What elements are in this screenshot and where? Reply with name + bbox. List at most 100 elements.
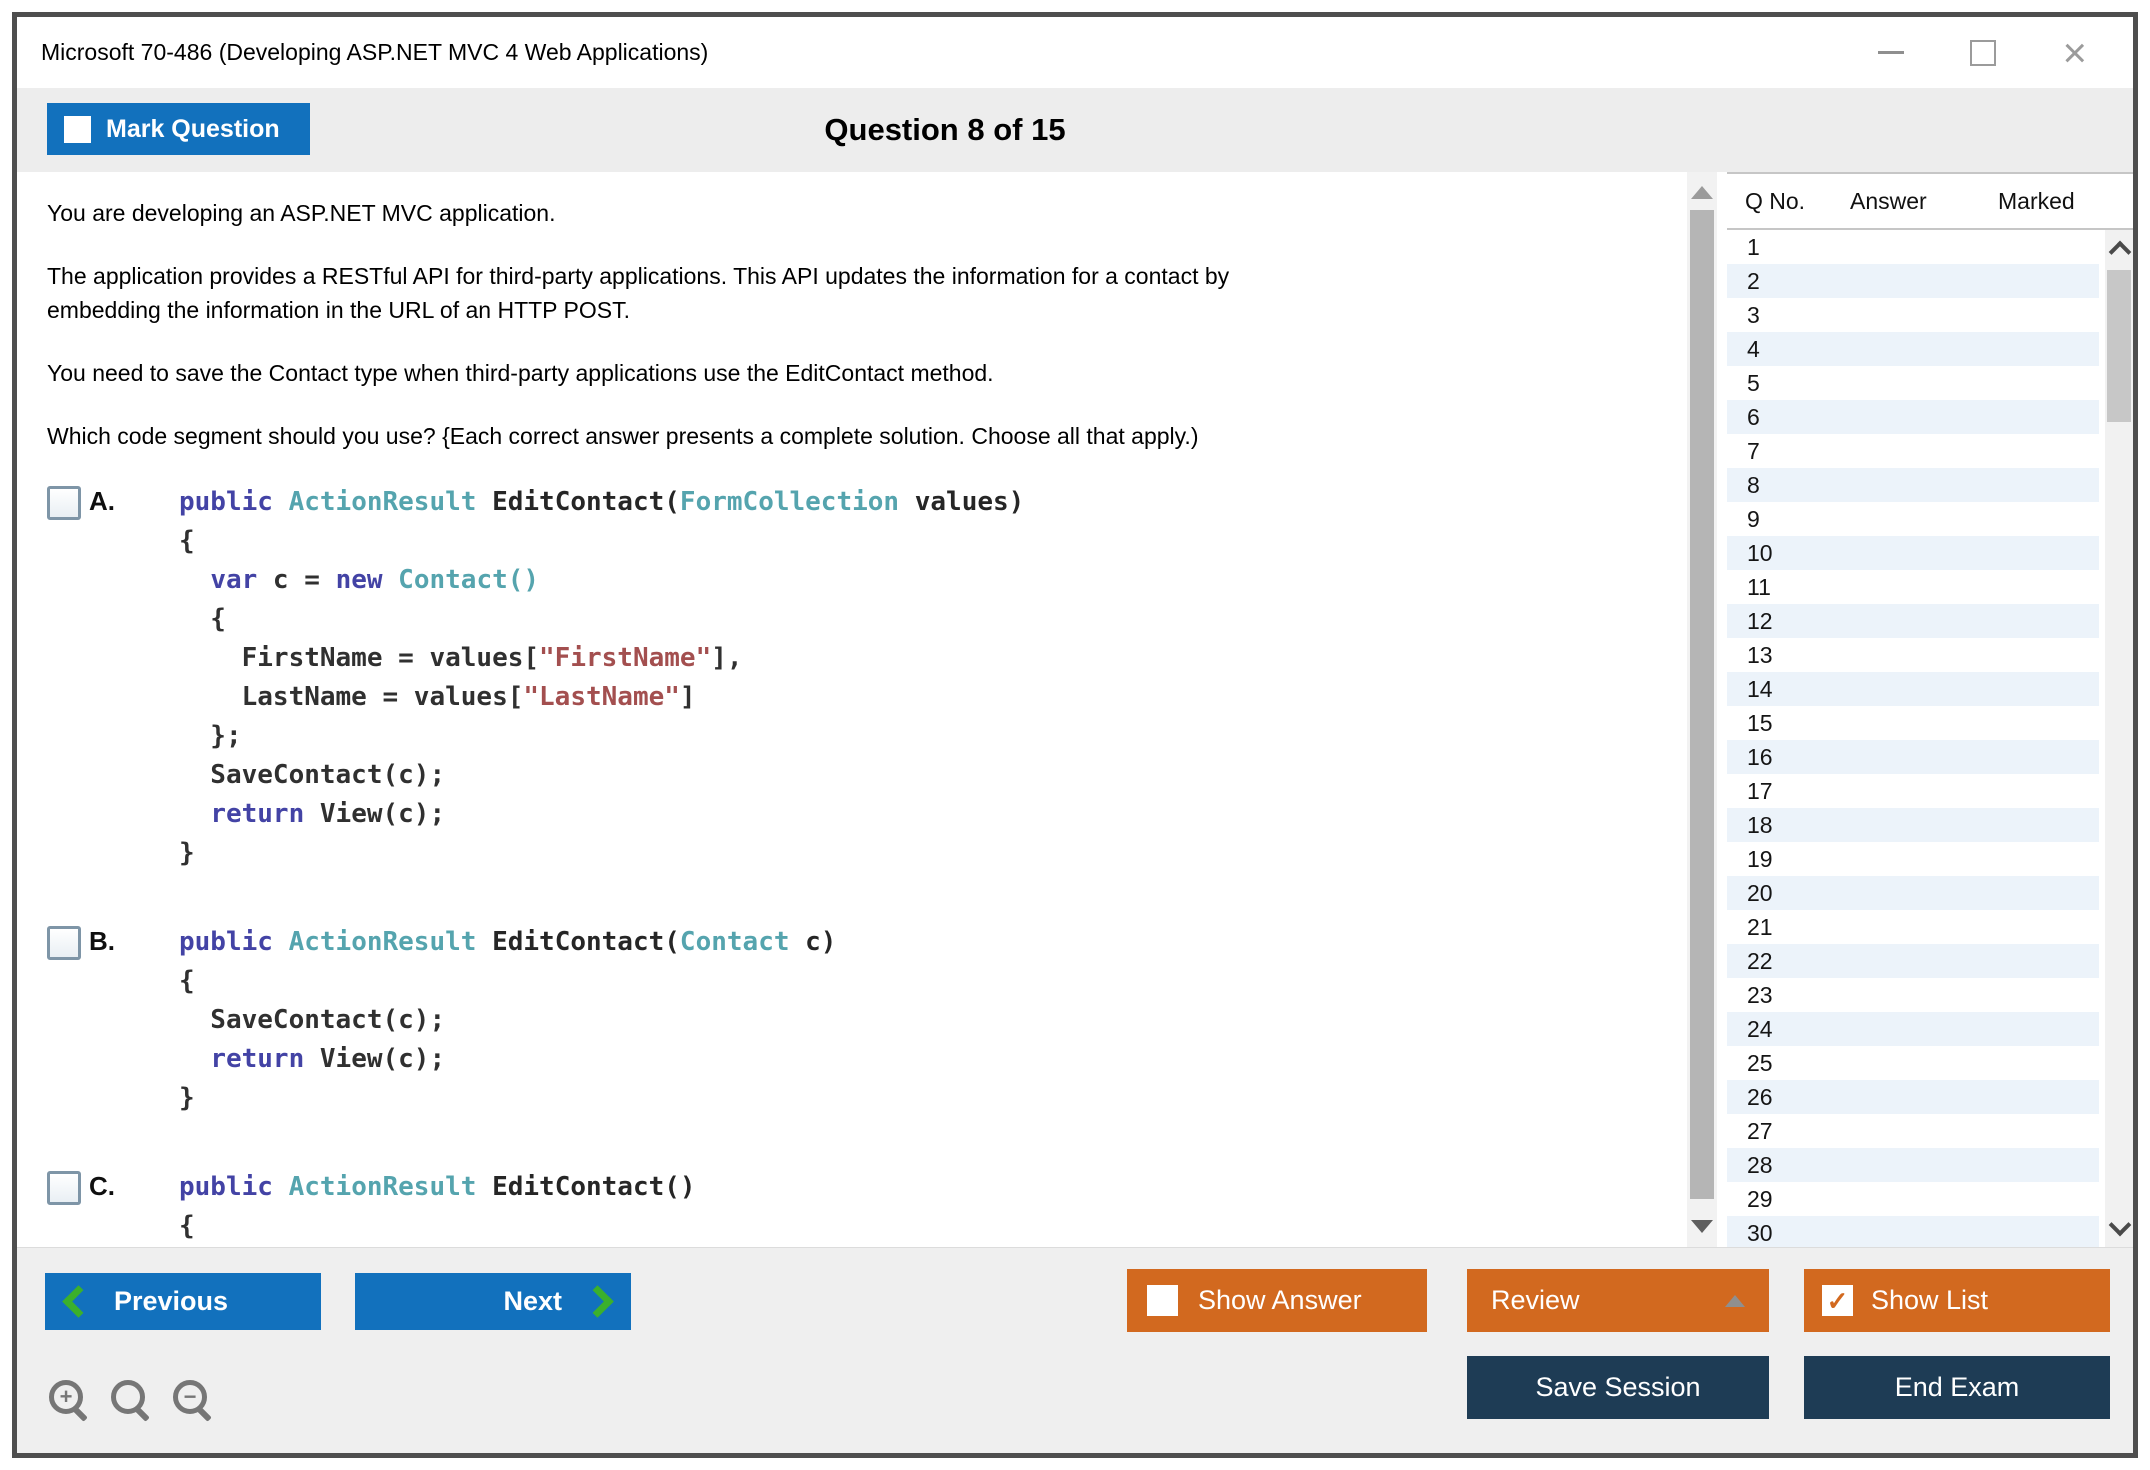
- window-controls: ×: [1878, 40, 2133, 66]
- question-counter: Question 8 of 15: [824, 112, 1065, 148]
- next-button[interactable]: Next: [355, 1273, 631, 1330]
- check-icon: ✓: [1827, 1288, 1849, 1314]
- question-number: 3: [1747, 302, 1760, 328]
- list-scroll-up-icon[interactable]: [2109, 241, 2132, 264]
- list-scrollbar-thumb[interactable]: [2107, 270, 2131, 422]
- question-list-row-7[interactable]: 7: [1727, 434, 2099, 468]
- question-list-row-25[interactable]: 25: [1727, 1046, 2099, 1080]
- question-list-row-2[interactable]: 2: [1727, 264, 2099, 298]
- question-number: 15: [1747, 710, 1773, 736]
- question-list-row-13[interactable]: 13: [1727, 638, 2099, 672]
- question-number: 24: [1747, 1016, 1773, 1042]
- question-list-row-3[interactable]: 3: [1727, 298, 2099, 332]
- question-list-row-30[interactable]: 30: [1727, 1216, 2099, 1247]
- option-checkbox-C[interactable]: [47, 1171, 81, 1205]
- question-number: 16: [1747, 744, 1773, 770]
- question-list-row-4[interactable]: 4: [1727, 332, 2099, 366]
- previous-label: Previous: [114, 1286, 228, 1317]
- question-number: 4: [1747, 336, 1760, 362]
- option-checkbox-A[interactable]: [47, 486, 81, 520]
- code-block: public ActionResult EditContact(FormColl…: [179, 483, 1024, 873]
- question-list-row-29[interactable]: 29: [1727, 1182, 2099, 1216]
- review-button[interactable]: Review: [1467, 1269, 1769, 1332]
- list-scroll-down-icon[interactable]: [2109, 1214, 2132, 1237]
- question-list-row-5[interactable]: 5: [1727, 366, 2099, 400]
- magnifier-handle: [72, 1406, 88, 1422]
- question-list-row-17[interactable]: 17: [1727, 774, 2099, 808]
- question-list-row-20[interactable]: 20: [1727, 876, 2099, 910]
- question-number: 23: [1747, 982, 1773, 1008]
- code-block: public ActionResult EditContact(){: [179, 1168, 696, 1246]
- answer-option-A: A.public ActionResult EditContact(FormCo…: [47, 483, 1647, 873]
- zoom-in-icon[interactable]: +: [49, 1380, 85, 1420]
- question-number: 10: [1747, 540, 1773, 566]
- question-list-row-11[interactable]: 11: [1727, 570, 2099, 604]
- question-number: 6: [1747, 404, 1760, 430]
- question-list-row-15[interactable]: 15: [1727, 706, 2099, 740]
- magnifier-icon[interactable]: [111, 1380, 147, 1420]
- previous-button[interactable]: Previous: [45, 1273, 321, 1330]
- question-list-row-8[interactable]: 8: [1727, 468, 2099, 502]
- end-exam-button[interactable]: End Exam: [1804, 1356, 2110, 1419]
- option-head: C.: [47, 1168, 179, 1246]
- question-list-row-22[interactable]: 22: [1727, 944, 2099, 978]
- question-number: 21: [1747, 914, 1773, 940]
- question-paragraph: You need to save the Contact type when t…: [47, 356, 1647, 390]
- show-answer-button[interactable]: Show Answer: [1127, 1269, 1427, 1332]
- question-number: 20: [1747, 880, 1773, 906]
- list-scrollbar[interactable]: [2105, 230, 2133, 1247]
- question-list-header: Q No. Answer Marked: [1727, 172, 2133, 230]
- option-letter: C.: [89, 1171, 115, 1202]
- option-letter: B.: [89, 926, 115, 957]
- question-list-row-12[interactable]: 12: [1727, 604, 2099, 638]
- question-number: 2: [1747, 268, 1760, 294]
- question-paragraph: You are developing an ASP.NET MVC applic…: [47, 196, 1647, 230]
- question-number: 17: [1747, 778, 1773, 804]
- zoom-out-icon[interactable]: −: [173, 1380, 209, 1420]
- question-list-row-14[interactable]: 14: [1727, 672, 2099, 706]
- question-list-row-21[interactable]: 21: [1727, 910, 2099, 944]
- question-list-row-9[interactable]: 9: [1727, 502, 2099, 536]
- close-icon[interactable]: ×: [2062, 40, 2087, 66]
- question-list-row-10[interactable]: 10: [1727, 536, 2099, 570]
- show-list-checkbox[interactable]: ✓: [1822, 1285, 1853, 1316]
- question-number: 27: [1747, 1118, 1773, 1144]
- maximize-icon[interactable]: [1970, 40, 1996, 66]
- question-paragraph: Which code segment should you use? {Each…: [47, 419, 1647, 453]
- show-list-label: Show List: [1871, 1285, 1988, 1316]
- window-title: Microsoft 70-486 (Developing ASP.NET MVC…: [41, 39, 708, 66]
- show-list-button[interactable]: ✓ Show List: [1804, 1269, 2110, 1332]
- question-list: 1234567891011121314151617181920212223242…: [1727, 230, 2133, 1247]
- scrollbar-thumb[interactable]: [1690, 210, 1714, 1199]
- zoom-toolbar: + −: [49, 1380, 235, 1420]
- question-list-row-16[interactable]: 16: [1727, 740, 2099, 774]
- end-exam-label: End Exam: [1895, 1372, 2020, 1403]
- question-list-row-27[interactable]: 27: [1727, 1114, 2099, 1148]
- question-number: 30: [1747, 1220, 1773, 1246]
- answer-option-B: B.public ActionResult EditContact(Contac…: [47, 923, 1647, 1118]
- next-label: Next: [503, 1286, 562, 1317]
- question-list-row-6[interactable]: 6: [1727, 400, 2099, 434]
- question-list-row-26[interactable]: 26: [1727, 1080, 2099, 1114]
- save-session-button[interactable]: Save Session: [1467, 1356, 1769, 1419]
- question-list-row-28[interactable]: 28: [1727, 1148, 2099, 1182]
- question-scrollbar[interactable]: [1687, 172, 1717, 1247]
- question-list-row-19[interactable]: 19: [1727, 842, 2099, 876]
- show-answer-checkbox[interactable]: [1147, 1285, 1178, 1316]
- mark-question-checkbox[interactable]: [64, 116, 91, 143]
- scroll-down-icon[interactable]: [1691, 1220, 1713, 1233]
- mark-question-button[interactable]: Mark Question: [47, 103, 310, 155]
- bottom-bar: Previous Next + − Show Answer: [17, 1247, 2133, 1453]
- minimize-icon[interactable]: [1878, 51, 1904, 54]
- scroll-up-icon[interactable]: [1691, 186, 1713, 199]
- option-checkbox-B[interactable]: [47, 926, 81, 960]
- question-list-row-1[interactable]: 1: [1727, 230, 2099, 264]
- question-list-row-23[interactable]: 23: [1727, 978, 2099, 1012]
- question-list-row-24[interactable]: 24: [1727, 1012, 2099, 1046]
- question-list-rows: 1234567891011121314151617181920212223242…: [1727, 230, 2133, 1247]
- question-number: 22: [1747, 948, 1773, 974]
- question-list-row-18[interactable]: 18: [1727, 808, 2099, 842]
- question-number: 13: [1747, 642, 1773, 668]
- question-number: 28: [1747, 1152, 1773, 1178]
- question-number: 9: [1747, 506, 1760, 532]
